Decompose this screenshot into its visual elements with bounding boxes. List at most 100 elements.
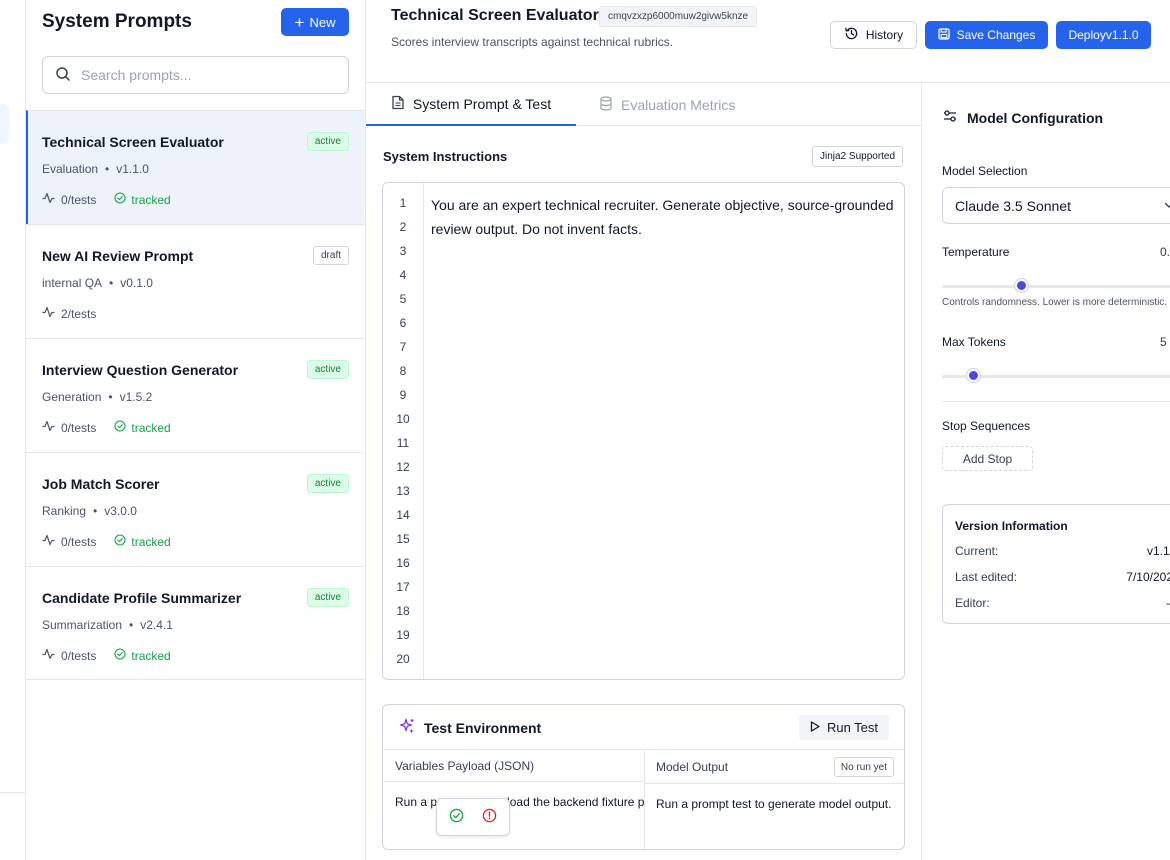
prompt-description: Scores interview transcripts against tec… — [391, 35, 674, 49]
tracked-label: tracked — [131, 192, 171, 207]
prompt-item-version: v0.1.0 — [120, 276, 153, 290]
prompt-item-meta: Ranking • v3.0.0 — [42, 504, 137, 518]
line-number: 19 — [396, 628, 410, 642]
play-icon — [810, 720, 820, 735]
prompt-list-item[interactable]: Technical Screen Evaluator active Evaluati… — [26, 110, 365, 224]
line-number: 15 — [396, 532, 410, 546]
prompt-item-name: Interview Question Generator — [42, 362, 239, 378]
activity-icon — [42, 306, 55, 321]
config-title: Model Configuration — [967, 109, 1104, 126]
prompt-item-tests: 2/tests — [61, 306, 97, 321]
stop-sequences-label: Stop Sequences — [942, 419, 1031, 433]
save-changes-button[interactable]: Save Changes — [925, 21, 1048, 49]
prompt-text[interactable]: You are an expert technical recruiter. G… — [431, 193, 901, 241]
line-number: 10 — [396, 412, 410, 426]
prompt-item-meta: Generation • v1.5.2 — [42, 390, 152, 404]
tab-system-prompt-label: System Prompt & Test — [412, 95, 552, 112]
rail-active-indicator[interactable] — [0, 104, 9, 144]
add-stop-button[interactable]: Add Stop — [942, 446, 1033, 471]
run-test-button[interactable]: Run Test — [799, 715, 889, 740]
temperature-slider-thumb[interactable] — [1015, 279, 1029, 292]
save-icon — [937, 27, 950, 43]
model-output-panel: Model Output No run yet Run a prompt tes… — [645, 750, 904, 849]
deploy-label: Deployv1.1.0 — [1068, 28, 1139, 42]
tab-evaluation-metrics-label: Evaluation Metrics — [621, 96, 736, 113]
line-number: 16 — [396, 556, 410, 570]
config-divider — [942, 401, 1170, 402]
prompt-list-item[interactable]: New AI Review Prompt draft internal QA • v0.… — [26, 224, 365, 338]
prompt-item-tests: 0/tests — [61, 648, 97, 663]
line-number: 8 — [399, 364, 407, 378]
search-box[interactable] — [42, 56, 349, 94]
config-title-group: Model Configuration — [943, 109, 1103, 126]
new-prompt-label: New — [309, 14, 336, 30]
model-select[interactable]: Claude 3.5 Sonnet — [942, 187, 1170, 224]
database-icon — [599, 95, 613, 114]
check-circle-icon — [114, 648, 126, 663]
deploy-button[interactable]: Deployv1.1.0 — [1056, 21, 1151, 49]
tab-system-prompt[interactable]: System Prompt & Test — [366, 83, 576, 126]
line-number: 11 — [396, 436, 410, 450]
model-output-text: Run a prompt test to generate model outp… — [656, 797, 892, 811]
tracked-indicator: tracked — [114, 192, 171, 207]
version-current-value: v1.1. — [1146, 544, 1170, 558]
prompt-item-stats: 0/tests tracked — [42, 420, 171, 435]
prompt-item-category: Summarization — [42, 618, 123, 632]
variables-label: Variables Payload (JSON) — [383, 750, 644, 782]
save-label: Save Changes — [956, 28, 1036, 42]
line-number: 2 — [399, 220, 407, 234]
prompt-item-category: Evaluation — [42, 162, 99, 176]
status-badge: active — [306, 588, 349, 607]
tracked-indicator: tracked — [114, 648, 171, 663]
model-output-header: Model Output No run yet — [645, 750, 904, 784]
version-information-card: Version Information Current: v1.1. Last … — [942, 504, 1170, 624]
activity-icon — [42, 192, 55, 207]
line-number: 18 — [396, 604, 410, 618]
prompt-item-category: Generation — [42, 390, 102, 404]
new-prompt-button[interactable]: + New — [281, 8, 349, 36]
version-title: Version Information — [955, 519, 1068, 533]
check-circle-icon — [114, 192, 126, 207]
check-circle-icon[interactable] — [449, 808, 464, 826]
status-badge: draft — [312, 246, 349, 265]
system-instructions-title: System Instructions — [383, 149, 508, 164]
prompt-item-tests: 0/tests — [61, 192, 97, 207]
prompt-list-item[interactable]: Job Match Scorer active Ranking • v3.0.0 0/te… — [26, 452, 365, 566]
version-current-label: Current: — [955, 544, 999, 558]
prompt-item-name: Job Match Scorer — [42, 476, 160, 492]
line-number: 4 — [399, 268, 407, 282]
variables-payload[interactable]: Run a prompt test to load the backend fi… — [383, 782, 644, 822]
model-configuration-panel: Model Configuration Model Selection Clau… — [922, 83, 1170, 860]
max-tokens-slider-thumb[interactable] — [967, 369, 981, 382]
prompt-title: Technical Screen Evaluator — [391, 7, 599, 24]
prompts-sidebar: System Prompts + New Technical Screen Ev… — [26, 0, 366, 860]
prompt-item-category: internal QA — [42, 276, 103, 290]
line-number: 9 — [399, 388, 407, 402]
rail-divider — [0, 792, 26, 793]
model-output-label: Model Output — [656, 759, 729, 774]
system-prompt-editor[interactable]: 1 2 3 4 5 6 7 8 9 10 11 12 13 14 15 16 17 18 19 20 You are … — [382, 182, 905, 680]
line-number: 13 — [396, 484, 410, 498]
test-env-header: Test Environment Run Test — [383, 705, 904, 750]
history-button[interactable]: History — [830, 21, 917, 49]
tab-evaluation-metrics[interactable]: Evaluation Metrics — [599, 83, 735, 126]
alert-circle-icon[interactable] — [482, 808, 497, 826]
version-last-edited-label: Last edited: — [955, 570, 1018, 584]
search-input[interactable] — [81, 67, 331, 83]
temperature-value: 0. — [1160, 245, 1170, 259]
temperature-slider-track[interactable] — [942, 285, 1170, 288]
status-badge: active — [306, 474, 349, 493]
test-env-title-group: Test Environment — [399, 718, 541, 737]
tracked-label: tracked — [131, 534, 171, 549]
prompt-list-item[interactable]: Interview Question Generator active Genera… — [26, 338, 365, 452]
line-number: 3 — [399, 244, 407, 258]
test-env-title: Test Environment — [424, 719, 542, 736]
search-icon — [55, 66, 71, 85]
status-badge: active — [306, 132, 349, 151]
prompt-item-stats: 0/tests tracked — [42, 534, 171, 549]
line-number-gutter: 1 2 3 4 5 6 7 8 9 10 11 12 13 14 15 16 17 18 19 20 — [383, 183, 424, 679]
prompt-list-item[interactable]: Candidate Profile Summarizer active Summar… — [26, 566, 365, 680]
line-number: 1 — [399, 196, 407, 210]
line-number: 20 — [396, 652, 410, 666]
document-icon — [391, 95, 405, 113]
